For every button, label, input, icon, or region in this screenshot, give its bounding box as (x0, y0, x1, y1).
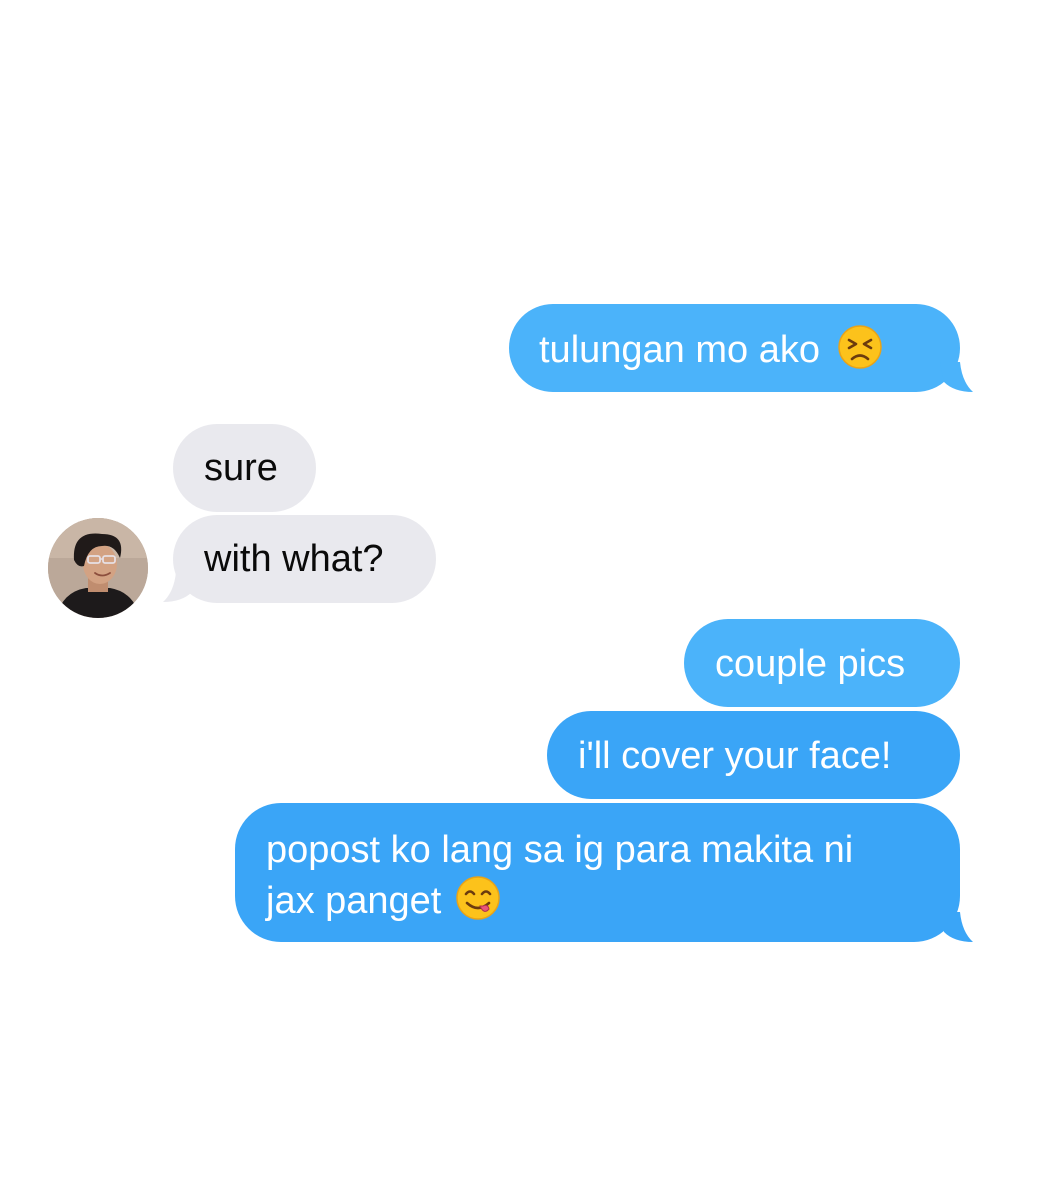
bubble-tail (940, 362, 973, 392)
message-text-line: jax panget (266, 875, 960, 926)
bubble-tail (940, 912, 973, 942)
message-text: i'll cover your face! (578, 735, 892, 777)
bubble-tail (163, 572, 196, 602)
contact-avatar[interactable] (48, 518, 148, 618)
outgoing-message-bubble[interactable]: tulungan mo ako (509, 304, 960, 392)
avatar-photo (48, 518, 148, 618)
message-text: sure (204, 447, 278, 489)
message-text: tulungan mo ako (539, 329, 820, 371)
persevering-face-emoji-icon (837, 325, 882, 369)
face-savoring-food-emoji-icon (456, 876, 501, 920)
message-thread: tulungan mo ako sure with what? couple p… (0, 0, 1045, 1200)
message-text: jax panget (266, 880, 442, 922)
incoming-message-bubble[interactable]: with what? (173, 515, 436, 603)
incoming-message-bubble[interactable]: sure (173, 424, 316, 512)
outgoing-message-bubble[interactable]: i'll cover your face! (547, 711, 960, 799)
outgoing-message-bubble[interactable]: couple pics (684, 619, 960, 707)
message-text: with what? (204, 538, 384, 580)
message-text: couple pics (715, 643, 906, 685)
message-text-line: popost ko lang sa ig para makita ni (266, 829, 854, 871)
outgoing-message-bubble[interactable]: popost ko lang sa ig para makita ni jax … (235, 803, 960, 942)
